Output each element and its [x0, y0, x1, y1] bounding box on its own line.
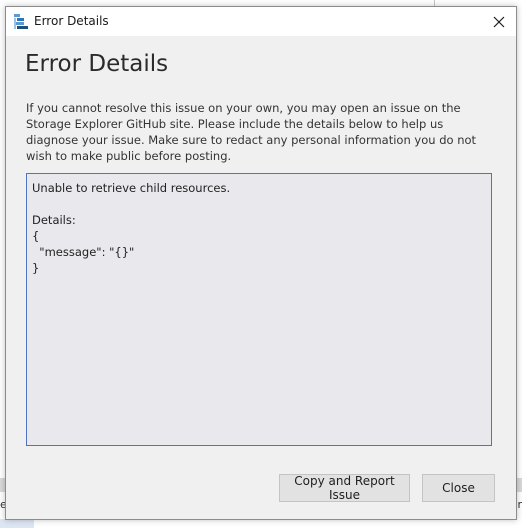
- copy-and-report-issue-button[interactable]: Copy and Report Issue: [279, 474, 410, 502]
- storage-explorer-icon: [14, 14, 28, 29]
- dialog-description: If you cannot resolve this issue on your…: [26, 101, 477, 163]
- dialog-heading: Error Details: [25, 51, 169, 77]
- background-selected-item: [0, 519, 34, 528]
- title-bar[interactable]: Error Details: [6, 7, 516, 36]
- close-button[interactable]: Close: [422, 474, 495, 502]
- close-icon[interactable]: [482, 7, 516, 36]
- error-details-dialog: Error Details Error Details If you canno…: [5, 6, 517, 520]
- error-details-textbox[interactable]: Unable to retrieve child resources. Deta…: [26, 173, 492, 446]
- window-title: Error Details: [34, 14, 109, 28]
- background-text-right: r: [517, 498, 522, 511]
